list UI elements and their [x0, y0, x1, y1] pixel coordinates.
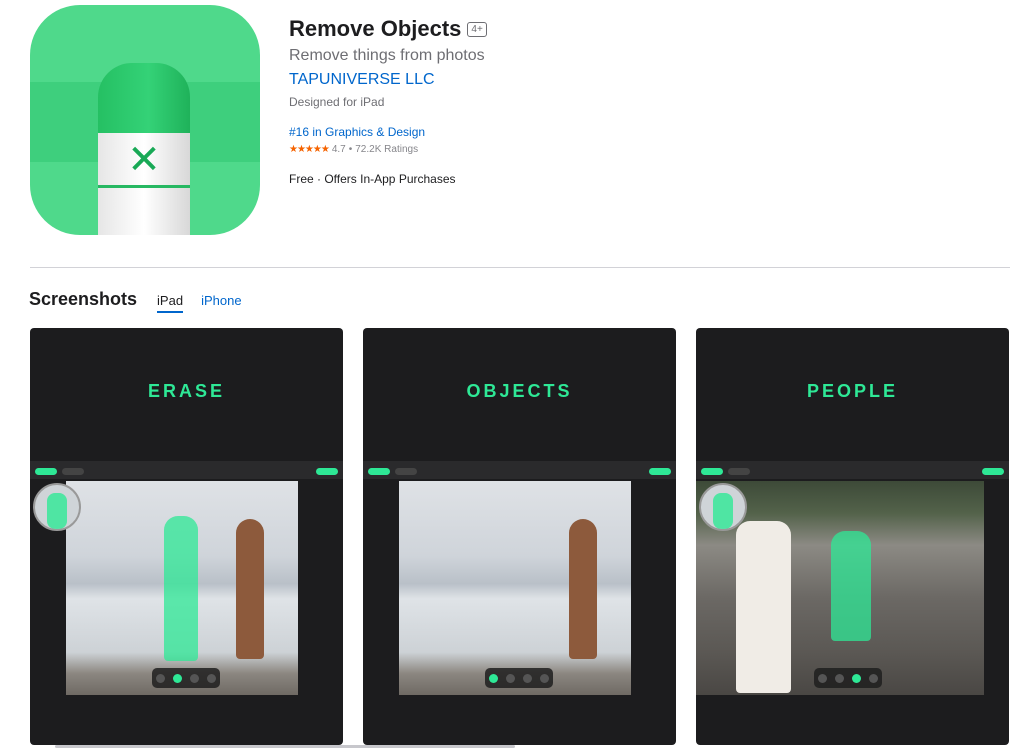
rating-row: ★★★★★ 4.7 • 72.2K Ratings — [289, 144, 487, 155]
screenshots-header: Screenshots iPad iPhone — [29, 289, 242, 313]
close-x-icon: ✕ — [127, 138, 161, 182]
person-figure — [569, 519, 597, 659]
toolbar-pill — [316, 468, 338, 475]
screenshot-photo — [399, 481, 631, 695]
screenshot-erase[interactable]: ERASE — [30, 328, 343, 745]
toolbar-pill — [701, 468, 723, 475]
screenshot-caption: PEOPLE — [806, 381, 899, 401]
screenshot-people[interactable]: PEOPLE — [696, 328, 1009, 745]
designed-for-label: Designed for iPad — [289, 95, 385, 109]
eraser-line — [98, 185, 190, 188]
developer-link[interactable]: TAPUNIVERSE LLC — [289, 71, 435, 89]
age-rating-badge: 4+ — [467, 21, 487, 37]
tool-icon — [523, 673, 532, 683]
app-icon: ✕ — [30, 5, 260, 235]
person-figure — [236, 519, 264, 659]
screenshot-toolbar — [696, 461, 1009, 479]
toolbar-pill — [395, 468, 417, 475]
tool-icon — [190, 673, 199, 683]
toolbar-pill — [649, 468, 671, 475]
toolbar-pill — [982, 468, 1004, 475]
tool-icon — [835, 673, 844, 683]
highlight-mask — [164, 516, 198, 661]
toolbar-pill — [728, 468, 750, 475]
eraser-icon: ✕ — [98, 63, 190, 235]
highlight-mask — [831, 531, 871, 641]
tool-icon — [207, 673, 216, 683]
tab-iphone[interactable]: iPhone — [201, 293, 241, 311]
title-row: Remove Objects 4+ — [289, 16, 487, 42]
screenshots-title: Screenshots — [29, 289, 138, 309]
screenshot-caption: ERASE — [147, 381, 225, 401]
magnifier-loupe — [699, 483, 747, 531]
app-title: Remove Objects — [289, 16, 462, 41]
price-label: Free · Offers In-App Purchases — [289, 172, 456, 186]
screenshot-caption: OBJECTS — [466, 381, 573, 401]
app-subtitle: Remove things from photos — [289, 47, 485, 64]
magnifier-loupe — [33, 483, 81, 531]
toolbar-pill — [35, 468, 57, 475]
screenshot-objects[interactable]: OBJECTS — [363, 328, 676, 745]
rating-value: 4.7 — [331, 144, 346, 155]
tab-ipad[interactable]: iPad — [157, 293, 184, 313]
screenshot-photo — [66, 481, 298, 695]
tool-icon — [818, 673, 827, 683]
tool-icon — [173, 673, 182, 683]
toolbar-pill — [62, 468, 84, 475]
screenshot-toolbar — [30, 461, 343, 479]
rating-count: 72.2K Ratings — [355, 144, 419, 155]
star-rating-icon: ★★★★★ — [289, 144, 330, 155]
person-figure — [736, 521, 791, 693]
eraser-cap — [98, 63, 190, 138]
tool-icon — [852, 673, 861, 683]
tool-icon — [156, 673, 165, 683]
tool-dock — [485, 668, 553, 688]
tool-icon — [506, 673, 515, 683]
category-rank-link[interactable]: #16 in Graphics & Design — [289, 125, 425, 139]
app-info: Remove Objects 4+ Remove things from pho… — [289, 16, 487, 186]
screenshot-toolbar — [363, 461, 676, 479]
tool-icon — [869, 673, 878, 683]
toolbar-pill — [368, 468, 390, 475]
tool-icon — [489, 673, 498, 683]
tool-icon — [540, 673, 549, 683]
tool-dock — [814, 668, 882, 688]
rating-separator: • — [348, 144, 353, 155]
divider — [30, 267, 1010, 268]
tool-dock — [152, 668, 220, 688]
